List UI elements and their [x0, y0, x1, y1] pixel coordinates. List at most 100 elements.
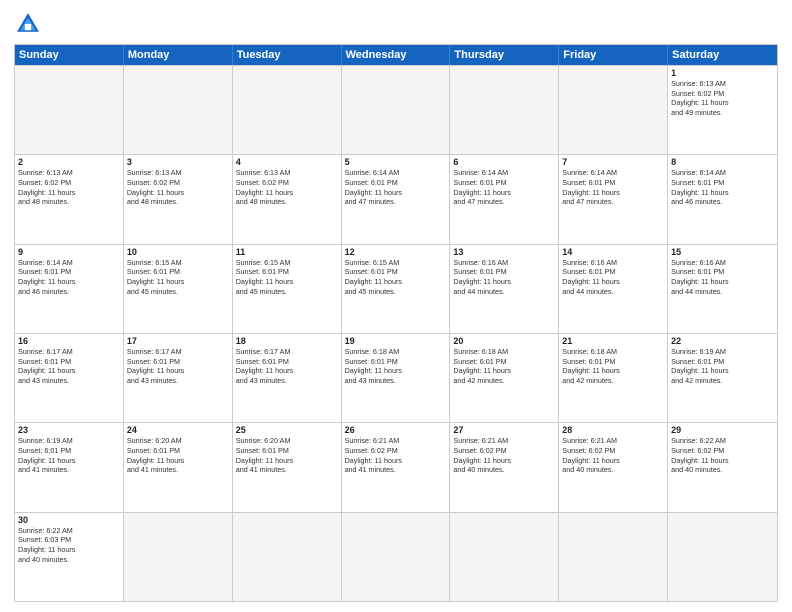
- cell-info: Sunrise: 6:19 AMSunset: 6:01 PMDaylight:…: [18, 436, 120, 475]
- calendar-cell: [559, 66, 668, 154]
- calendar-cell: 9Sunrise: 6:14 AMSunset: 6:01 PMDaylight…: [15, 245, 124, 333]
- calendar-cell: [124, 513, 233, 601]
- day-header: Thursday: [450, 45, 559, 65]
- calendar-cell: 22Sunrise: 6:19 AMSunset: 6:01 PMDayligh…: [668, 334, 777, 422]
- week-row: 30Sunrise: 6:22 AMSunset: 6:03 PMDayligh…: [15, 512, 777, 601]
- cell-info: Sunrise: 6:21 AMSunset: 6:02 PMDaylight:…: [562, 436, 664, 475]
- cell-info: Sunrise: 6:20 AMSunset: 6:01 PMDaylight:…: [236, 436, 338, 475]
- cell-info: Sunrise: 6:20 AMSunset: 6:01 PMDaylight:…: [127, 436, 229, 475]
- day-number: 14: [562, 247, 664, 257]
- calendar-cell: 20Sunrise: 6:18 AMSunset: 6:01 PMDayligh…: [450, 334, 559, 422]
- logo: [14, 10, 46, 38]
- day-number: 28: [562, 425, 664, 435]
- day-number: 29: [671, 425, 774, 435]
- logo-icon: [14, 10, 42, 38]
- cell-info: Sunrise: 6:14 AMSunset: 6:01 PMDaylight:…: [453, 168, 555, 207]
- calendar-cell: 7Sunrise: 6:14 AMSunset: 6:01 PMDaylight…: [559, 155, 668, 243]
- cell-info: Sunrise: 6:14 AMSunset: 6:01 PMDaylight:…: [18, 258, 120, 297]
- day-number: 2: [18, 157, 120, 167]
- cell-info: Sunrise: 6:22 AMSunset: 6:02 PMDaylight:…: [671, 436, 774, 475]
- cell-info: Sunrise: 6:17 AMSunset: 6:01 PMDaylight:…: [236, 347, 338, 386]
- calendar-cell: [450, 66, 559, 154]
- cell-info: Sunrise: 6:13 AMSunset: 6:02 PMDaylight:…: [671, 79, 774, 118]
- cell-info: Sunrise: 6:13 AMSunset: 6:02 PMDaylight:…: [236, 168, 338, 207]
- cell-info: Sunrise: 6:14 AMSunset: 6:01 PMDaylight:…: [671, 168, 774, 207]
- calendar-cell: 2Sunrise: 6:13 AMSunset: 6:02 PMDaylight…: [15, 155, 124, 243]
- calendar-cell: 29Sunrise: 6:22 AMSunset: 6:02 PMDayligh…: [668, 423, 777, 511]
- header: [14, 10, 778, 38]
- calendar-cell: 10Sunrise: 6:15 AMSunset: 6:01 PMDayligh…: [124, 245, 233, 333]
- calendar-cell: [15, 66, 124, 154]
- day-header: Wednesday: [342, 45, 451, 65]
- day-number: 20: [453, 336, 555, 346]
- week-row: 9Sunrise: 6:14 AMSunset: 6:01 PMDaylight…: [15, 244, 777, 333]
- calendar-cell: 12Sunrise: 6:15 AMSunset: 6:01 PMDayligh…: [342, 245, 451, 333]
- day-number: 18: [236, 336, 338, 346]
- calendar: SundayMondayTuesdayWednesdayThursdayFrid…: [14, 44, 778, 602]
- day-number: 8: [671, 157, 774, 167]
- day-number: 10: [127, 247, 229, 257]
- day-number: 5: [345, 157, 447, 167]
- cell-info: Sunrise: 6:18 AMSunset: 6:01 PMDaylight:…: [562, 347, 664, 386]
- week-row: 1Sunrise: 6:13 AMSunset: 6:02 PMDaylight…: [15, 65, 777, 154]
- day-number: 15: [671, 247, 774, 257]
- cell-info: Sunrise: 6:14 AMSunset: 6:01 PMDaylight:…: [562, 168, 664, 207]
- calendar-cell: [342, 66, 451, 154]
- day-number: 22: [671, 336, 774, 346]
- day-number: 1: [671, 68, 774, 78]
- day-number: 24: [127, 425, 229, 435]
- calendar-cell: 26Sunrise: 6:21 AMSunset: 6:02 PMDayligh…: [342, 423, 451, 511]
- calendar-cell: 4Sunrise: 6:13 AMSunset: 6:02 PMDaylight…: [233, 155, 342, 243]
- week-row: 23Sunrise: 6:19 AMSunset: 6:01 PMDayligh…: [15, 422, 777, 511]
- day-number: 26: [345, 425, 447, 435]
- cell-info: Sunrise: 6:13 AMSunset: 6:02 PMDaylight:…: [18, 168, 120, 207]
- calendar-cell: [124, 66, 233, 154]
- day-headers: SundayMondayTuesdayWednesdayThursdayFrid…: [15, 45, 777, 65]
- calendar-cell: 18Sunrise: 6:17 AMSunset: 6:01 PMDayligh…: [233, 334, 342, 422]
- cell-info: Sunrise: 6:14 AMSunset: 6:01 PMDaylight:…: [345, 168, 447, 207]
- cell-info: Sunrise: 6:18 AMSunset: 6:01 PMDaylight:…: [345, 347, 447, 386]
- cell-info: Sunrise: 6:15 AMSunset: 6:01 PMDaylight:…: [345, 258, 447, 297]
- day-header: Friday: [559, 45, 668, 65]
- calendar-cell: [233, 66, 342, 154]
- cell-info: Sunrise: 6:16 AMSunset: 6:01 PMDaylight:…: [453, 258, 555, 297]
- day-number: 9: [18, 247, 120, 257]
- calendar-cell: 6Sunrise: 6:14 AMSunset: 6:01 PMDaylight…: [450, 155, 559, 243]
- calendar-cell: 1Sunrise: 6:13 AMSunset: 6:02 PMDaylight…: [668, 66, 777, 154]
- calendar-cell: 28Sunrise: 6:21 AMSunset: 6:02 PMDayligh…: [559, 423, 668, 511]
- calendar-cell: 27Sunrise: 6:21 AMSunset: 6:02 PMDayligh…: [450, 423, 559, 511]
- calendar-cell: [233, 513, 342, 601]
- day-number: 6: [453, 157, 555, 167]
- day-header: Saturday: [668, 45, 777, 65]
- calendar-cell: 25Sunrise: 6:20 AMSunset: 6:01 PMDayligh…: [233, 423, 342, 511]
- calendar-cell: 19Sunrise: 6:18 AMSunset: 6:01 PMDayligh…: [342, 334, 451, 422]
- page: SundayMondayTuesdayWednesdayThursdayFrid…: [0, 0, 792, 612]
- day-number: 12: [345, 247, 447, 257]
- calendar-cell: [559, 513, 668, 601]
- calendar-cell: 5Sunrise: 6:14 AMSunset: 6:01 PMDaylight…: [342, 155, 451, 243]
- cell-info: Sunrise: 6:17 AMSunset: 6:01 PMDaylight:…: [18, 347, 120, 386]
- day-number: 4: [236, 157, 338, 167]
- cell-info: Sunrise: 6:17 AMSunset: 6:01 PMDaylight:…: [127, 347, 229, 386]
- day-number: 30: [18, 515, 120, 525]
- calendar-cell: 11Sunrise: 6:15 AMSunset: 6:01 PMDayligh…: [233, 245, 342, 333]
- cell-info: Sunrise: 6:18 AMSunset: 6:01 PMDaylight:…: [453, 347, 555, 386]
- cell-info: Sunrise: 6:21 AMSunset: 6:02 PMDaylight:…: [453, 436, 555, 475]
- day-header: Sunday: [15, 45, 124, 65]
- day-number: 17: [127, 336, 229, 346]
- cell-info: Sunrise: 6:21 AMSunset: 6:02 PMDaylight:…: [345, 436, 447, 475]
- calendar-cell: 24Sunrise: 6:20 AMSunset: 6:01 PMDayligh…: [124, 423, 233, 511]
- day-header: Monday: [124, 45, 233, 65]
- cell-info: Sunrise: 6:15 AMSunset: 6:01 PMDaylight:…: [127, 258, 229, 297]
- calendar-cell: [342, 513, 451, 601]
- day-number: 13: [453, 247, 555, 257]
- calendar-cell: 21Sunrise: 6:18 AMSunset: 6:01 PMDayligh…: [559, 334, 668, 422]
- calendar-cell: 23Sunrise: 6:19 AMSunset: 6:01 PMDayligh…: [15, 423, 124, 511]
- calendar-cell: 16Sunrise: 6:17 AMSunset: 6:01 PMDayligh…: [15, 334, 124, 422]
- day-number: 3: [127, 157, 229, 167]
- day-header: Tuesday: [233, 45, 342, 65]
- day-number: 27: [453, 425, 555, 435]
- calendar-cell: 3Sunrise: 6:13 AMSunset: 6:02 PMDaylight…: [124, 155, 233, 243]
- calendar-cell: 8Sunrise: 6:14 AMSunset: 6:01 PMDaylight…: [668, 155, 777, 243]
- calendar-cell: [450, 513, 559, 601]
